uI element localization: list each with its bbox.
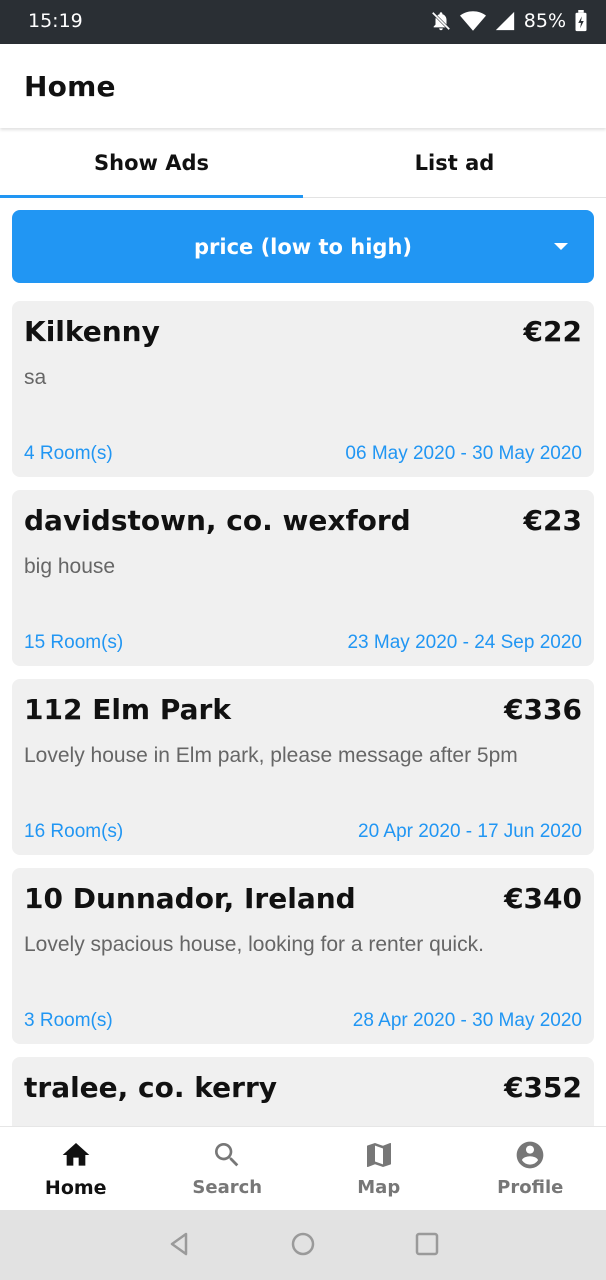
listing-rooms: 15 Room(s) (24, 632, 124, 653)
listing-dates: 06 May 2020 - 30 May 2020 (345, 443, 582, 464)
nav-item-map[interactable]: Map (303, 1127, 455, 1210)
home-circle-icon[interactable] (289, 1230, 317, 1263)
listing-card[interactable]: Kilkenny €22 sa 4 Room(s) 06 May 2020 - … (12, 301, 594, 477)
sort-dropdown[interactable]: price (low to high) (12, 210, 594, 283)
nav-label-map: Map (357, 1177, 401, 1198)
dropdown-arrow-icon (554, 243, 568, 250)
map-icon (363, 1139, 395, 1171)
battery-icon (574, 10, 588, 32)
listing-rooms: 16 Room(s) (24, 821, 124, 842)
tab-list-ad[interactable]: List ad (303, 128, 606, 197)
listing-price: €23 (523, 504, 582, 537)
listing-title: Kilkenny (24, 315, 160, 348)
signal-icon (494, 10, 516, 32)
listing-list[interactable]: Kilkenny €22 sa 4 Room(s) 06 May 2020 - … (0, 290, 606, 1126)
home-icon (60, 1139, 92, 1171)
listing-description: Lovely spacious house, looking for a ren… (24, 933, 484, 956)
listing-card[interactable]: davidstown, co. wexford €23 big house 15… (12, 490, 594, 666)
listing-title: 112 Elm Park (24, 693, 231, 726)
listing-rooms: 4 Room(s) (24, 443, 113, 464)
listing-description: big house (24, 555, 116, 578)
system-navigation-bar (0, 1210, 606, 1280)
account-circle-icon (514, 1139, 546, 1171)
listing-title: 10 Dunnador, Ireland (24, 882, 356, 915)
nav-label-profile: Profile (497, 1177, 564, 1198)
listing-price: €22 (523, 315, 582, 348)
listing-title: davidstown, co. wexford (24, 504, 411, 537)
tab-bar: Show Ads List ad (0, 128, 606, 198)
listing-card[interactable]: tralee, co. kerry €352 (12, 1057, 594, 1126)
listing-price: €352 (504, 1071, 582, 1104)
search-icon (211, 1139, 243, 1171)
listing-description: Lovely house in Elm park, please message… (24, 744, 518, 767)
nav-label-home: Home (44, 1177, 107, 1199)
listing-card[interactable]: 10 Dunnador, Ireland €340 Lovely spaciou… (12, 868, 594, 1044)
listing-dates: 28 Apr 2020 - 30 May 2020 (352, 1010, 582, 1031)
tab-show-ads[interactable]: Show Ads (0, 128, 303, 198)
page-title: Home (24, 70, 116, 103)
bottom-navigation: Home Search Map Profile (0, 1126, 606, 1210)
nav-item-home[interactable]: Home (0, 1127, 152, 1210)
listing-price: €340 (504, 882, 582, 915)
nav-item-search[interactable]: Search (152, 1127, 304, 1210)
wifi-icon (459, 10, 486, 32)
listing-dates: 23 May 2020 - 24 Sep 2020 (347, 632, 582, 653)
listing-rooms: 3 Room(s) (24, 1010, 113, 1031)
notifications-off-icon (430, 10, 452, 32)
battery-percent: 85% (523, 10, 566, 32)
listing-card[interactable]: 112 Elm Park €336 Lovely house in Elm pa… (12, 679, 594, 855)
back-icon[interactable] (166, 1230, 194, 1263)
recents-icon[interactable] (413, 1230, 441, 1263)
status-icons: 85% (430, 10, 588, 32)
nav-item-profile[interactable]: Profile (455, 1127, 606, 1210)
sort-selected-value: price (low to high) (193, 234, 413, 259)
nav-label-search: Search (192, 1177, 263, 1198)
status-time: 15:19 (28, 10, 83, 32)
status-bar: 15:19 85% (0, 0, 606, 44)
listing-price: €336 (504, 693, 582, 726)
listing-description: sa (24, 366, 47, 389)
listing-dates: 20 Apr 2020 - 17 Jun 2020 (358, 821, 582, 842)
listing-title: tralee, co. kerry (24, 1071, 277, 1104)
app-bar: Home (0, 44, 606, 128)
